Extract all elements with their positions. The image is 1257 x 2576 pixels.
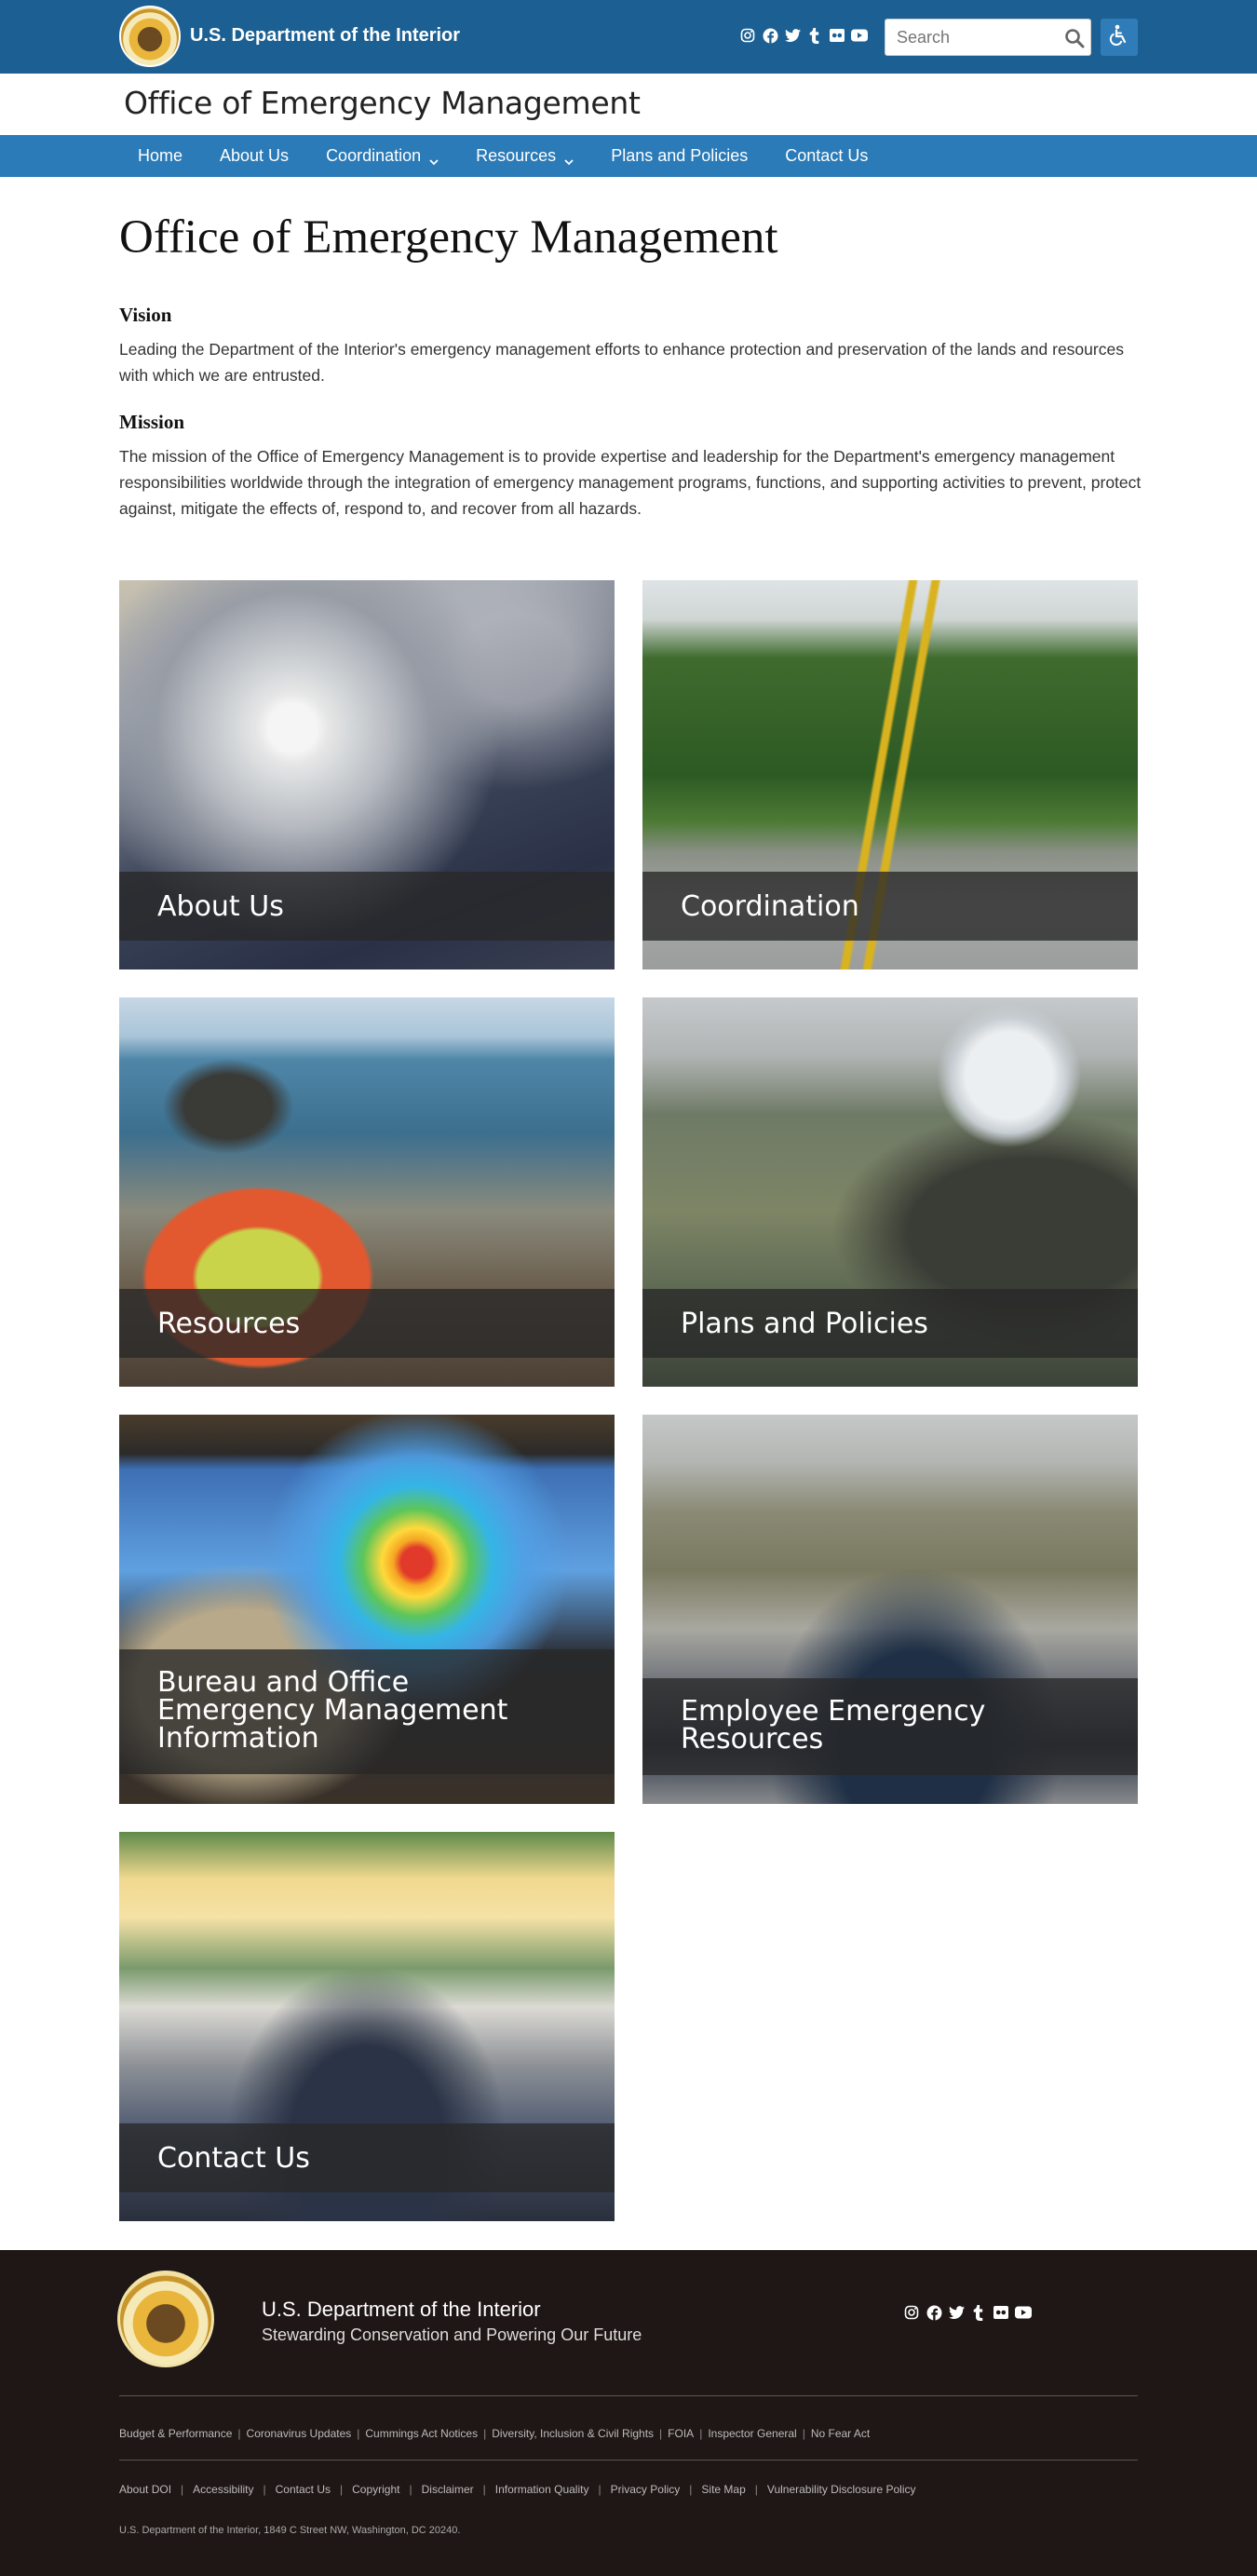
link-separator: | bbox=[689, 2483, 693, 2496]
doi-seal-logo[interactable] bbox=[119, 6, 181, 67]
footer-link-inspector-general[interactable]: Inspector General bbox=[708, 2427, 796, 2440]
nav-item-label: Coordination bbox=[326, 146, 422, 165]
link-separator: | bbox=[181, 2483, 184, 2496]
facebook-icon[interactable] bbox=[762, 27, 778, 44]
link-separator: | bbox=[754, 2483, 758, 2496]
nav-item-coordination[interactable]: Coordination bbox=[307, 135, 457, 177]
link-separator: | bbox=[659, 2427, 663, 2440]
twitter-icon[interactable] bbox=[784, 27, 801, 44]
youtube-icon[interactable] bbox=[851, 27, 868, 44]
footer-link-accessibility[interactable]: Accessibility bbox=[193, 2483, 253, 2496]
social-links-footer bbox=[903, 2304, 1032, 2321]
mission-text: The mission of the Office of Emergency M… bbox=[119, 447, 1142, 518]
main-navigation: Home About Us Coordination Resources Pla… bbox=[0, 135, 1257, 177]
page-title: Office of Emergency Management bbox=[119, 211, 778, 264]
link-separator: | bbox=[483, 2427, 487, 2440]
card-label: Employee Emergency Resources bbox=[681, 1695, 986, 1756]
link-separator: | bbox=[482, 2483, 486, 2496]
search-icon[interactable] bbox=[1064, 28, 1085, 48]
link-separator: | bbox=[340, 2483, 344, 2496]
footer-link-contact-us[interactable]: Contact Us bbox=[276, 2483, 331, 2496]
footer-link-disclaimer[interactable]: Disclaimer bbox=[422, 2483, 474, 2496]
footer-link-coronavirus-updates[interactable]: Coronavirus Updates bbox=[247, 2427, 352, 2440]
chevron-down-icon bbox=[564, 152, 574, 165]
flickr-icon[interactable] bbox=[829, 27, 845, 44]
site-title[interactable]: Office of Emergency Management bbox=[124, 85, 641, 121]
footer-divider bbox=[119, 2460, 1138, 2461]
nav-item-contact-us[interactable]: Contact Us bbox=[766, 135, 886, 177]
nav-item-plans-and-policies[interactable]: Plans and Policies bbox=[592, 135, 766, 177]
footer-agency-name[interactable]: U.S. Department of the Interior bbox=[262, 2298, 541, 2322]
nav-item-label: Contact Us bbox=[785, 146, 869, 165]
footer-link-privacy-policy[interactable]: Privacy Policy bbox=[611, 2483, 681, 2496]
footer-divider bbox=[119, 2395, 1138, 2396]
doi-seal-logo-footer[interactable] bbox=[117, 2271, 214, 2367]
vision-text: Leading the Department of the Interior's… bbox=[119, 340, 1124, 385]
card-contact-us[interactable]: Contact Us bbox=[119, 1832, 615, 2221]
nav-item-home[interactable]: Home bbox=[119, 135, 201, 177]
search-box bbox=[885, 19, 1091, 56]
search-input[interactable] bbox=[885, 20, 1053, 55]
top-header-bar: U.S. Department of the Interior bbox=[0, 0, 1257, 74]
card-label: Coordination bbox=[681, 890, 859, 923]
link-separator: | bbox=[357, 2427, 360, 2440]
link-separator: | bbox=[237, 2427, 241, 2440]
chevron-down-icon bbox=[429, 152, 439, 165]
footer-link-no-fear-act[interactable]: No Fear Act bbox=[811, 2427, 870, 2440]
footer-links-row-2: About DOI | Accessibility | Contact Us | Co… bbox=[119, 2483, 916, 2496]
tumblr-icon[interactable] bbox=[970, 2304, 987, 2321]
agency-name[interactable]: U.S. Department of the Interior bbox=[190, 25, 460, 47]
facebook-icon[interactable] bbox=[926, 2304, 942, 2321]
accessibility-icon bbox=[1109, 24, 1129, 51]
card-label: Resources bbox=[157, 1308, 301, 1340]
nav-item-label: Resources bbox=[476, 146, 557, 165]
footer-link-foia[interactable]: FOIA bbox=[668, 2427, 694, 2440]
footer-address: U.S. Department of the Interior, 1849 C … bbox=[119, 2525, 461, 2536]
link-separator: | bbox=[409, 2483, 412, 2496]
instagram-icon[interactable] bbox=[903, 2304, 920, 2321]
nav-item-resources[interactable]: Resources bbox=[457, 135, 592, 177]
mission-heading: Mission bbox=[119, 411, 185, 433]
card-label: About Us bbox=[157, 890, 284, 923]
nav-item-label: About Us bbox=[220, 146, 290, 165]
footer-link-site-map[interactable]: Site Map bbox=[701, 2483, 745, 2496]
vision-heading: Vision bbox=[119, 304, 172, 326]
card-label: Contact Us bbox=[157, 2142, 310, 2175]
instagram-icon[interactable] bbox=[739, 27, 756, 44]
nav-item-label: Plans and Policies bbox=[611, 146, 749, 165]
link-separator: | bbox=[699, 2427, 703, 2440]
link-separator: | bbox=[802, 2427, 805, 2440]
footer-link-cummings-act[interactable]: Cummings Act Notices bbox=[365, 2427, 478, 2440]
link-separator: | bbox=[263, 2483, 266, 2496]
social-links-header bbox=[739, 27, 868, 44]
card-label: Plans and Policies bbox=[681, 1308, 928, 1340]
footer-tagline: Stewarding Conservation and Powering Our… bbox=[262, 2325, 642, 2344]
footer-link-information-quality[interactable]: Information Quality bbox=[495, 2483, 589, 2496]
card-bureau-office-information[interactable]: Bureau and Office Emergency Management I… bbox=[119, 1415, 615, 1804]
flickr-icon[interactable] bbox=[993, 2304, 1009, 2321]
footer-links-row-1: Budget & Performance | Coronavirus Update… bbox=[119, 2427, 870, 2440]
card-employee-emergency-resources[interactable]: Employee Emergency Resources bbox=[642, 1415, 1138, 1804]
nav-item-about-us[interactable]: About Us bbox=[201, 135, 307, 177]
footer-link-copyright[interactable]: Copyright bbox=[352, 2483, 399, 2496]
card-label: Bureau and Office Emergency Management I… bbox=[157, 1666, 508, 1755]
card-about-us[interactable]: About Us bbox=[119, 580, 615, 969]
youtube-icon[interactable] bbox=[1015, 2304, 1032, 2321]
tumblr-icon[interactable] bbox=[806, 27, 823, 44]
card-resources[interactable]: Resources bbox=[119, 997, 615, 1387]
card-coordination[interactable]: Coordination bbox=[642, 580, 1138, 969]
nav-item-label: Home bbox=[138, 146, 183, 165]
footer-link-about-doi[interactable]: About DOI bbox=[119, 2483, 171, 2496]
twitter-icon[interactable] bbox=[948, 2304, 965, 2321]
link-separator: | bbox=[598, 2483, 601, 2496]
footer-link-vulnerability-disclosure[interactable]: Vulnerability Disclosure Policy bbox=[767, 2483, 916, 2496]
footer-link-diversity[interactable]: Diversity, Inclusion & Civil Rights bbox=[492, 2427, 654, 2440]
card-plans-and-policies[interactable]: Plans and Policies bbox=[642, 997, 1138, 1387]
accessibility-button[interactable] bbox=[1101, 19, 1138, 56]
footer-link-budget-performance[interactable]: Budget & Performance bbox=[119, 2427, 232, 2440]
